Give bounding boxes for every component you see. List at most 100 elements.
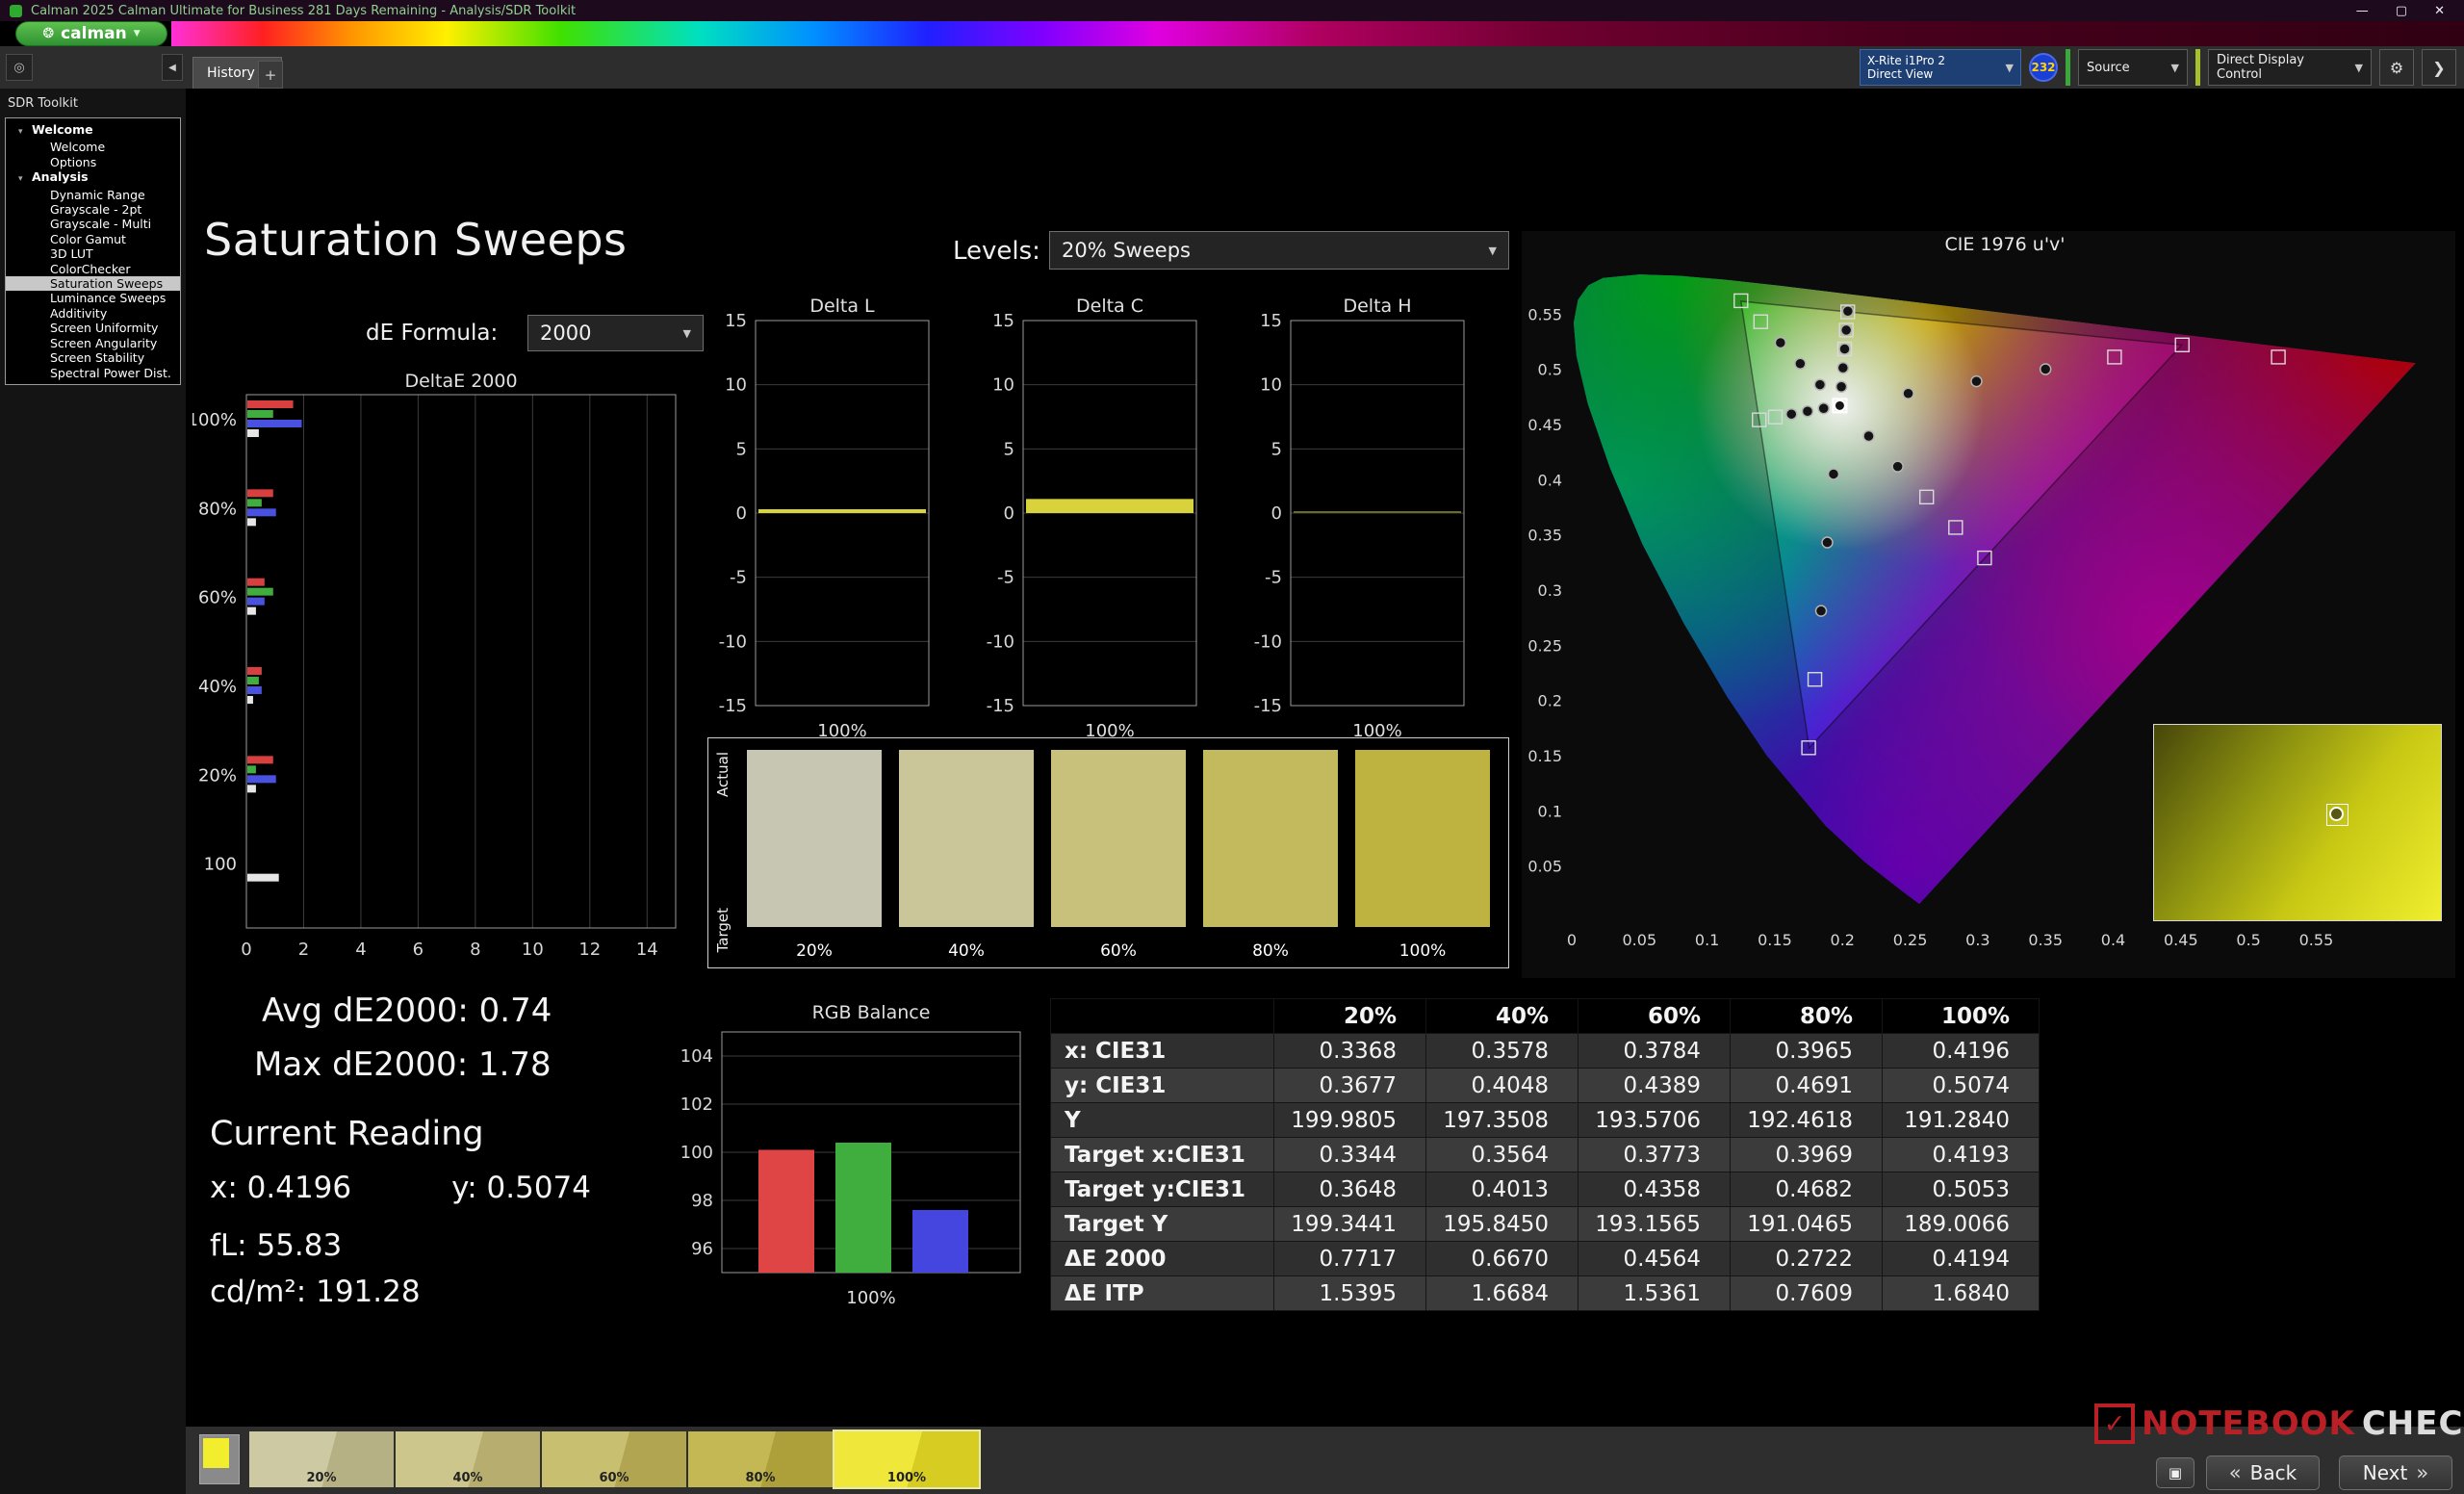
delta_h-title: Delta H (1343, 296, 1411, 317)
table-cell: 0.7717 (1274, 1242, 1426, 1276)
deltae-bar-red (247, 667, 262, 675)
delta-l-chart: Delta L151050-5-10-15100% (703, 296, 943, 749)
deltae-bar-white (247, 785, 256, 792)
axis-label: 15 (992, 311, 1014, 331)
deltae-bar-green (247, 765, 256, 773)
table-cell: 1.5361 (1578, 1276, 1731, 1311)
deltae-bar-blue (247, 686, 262, 694)
cie-measured-point (1836, 381, 1847, 392)
thumb-label: 60% (542, 1471, 686, 1485)
filmstrip-thumb-100%[interactable]: 100% (834, 1431, 979, 1487)
rgb-balance-chart: RGB Balance1041021009896100% (662, 1003, 1047, 1321)
deltae-row-label: 20% (198, 765, 237, 786)
table-cell: 191.0465 (1731, 1207, 1883, 1242)
brand-word-check: CHECK (2362, 1404, 2464, 1443)
check-icon: ✓ (2104, 1409, 2126, 1439)
axis-label: 10 (1260, 375, 1282, 396)
filmstrip-thumb-base[interactable] (199, 1434, 240, 1484)
table-cell: 189.0066 (1883, 1207, 2040, 1242)
axis-label: 104 (680, 1046, 713, 1067)
cie-measured-point (1828, 469, 1838, 479)
axis-label: 0.3 (1965, 931, 1989, 949)
axis-label: 15 (725, 311, 747, 331)
table-row: Y199.9805197.3508193.5706192.4618191.284… (1051, 1103, 2040, 1138)
filmstrip-thumb-60%[interactable]: 60% (542, 1431, 686, 1487)
axis-label: 0 (736, 503, 747, 524)
levels-select[interactable]: 20% Sweeps ▼ (1049, 231, 1509, 270)
chart-frame (246, 395, 676, 928)
axis-label: 0.1 (1695, 931, 1719, 949)
axis-label: 0 (1271, 503, 1282, 524)
filmstrip-thumb-40%[interactable]: 40% (396, 1431, 540, 1487)
deltae-chart-title: DeltaE 2000 (404, 372, 517, 392)
cie-measured-point (1816, 605, 1827, 616)
avg-de2000: Avg dE2000: 0.74 (262, 992, 552, 1030)
current-y: y: 0.5074 (451, 1171, 591, 1205)
cie-measured-point (1818, 403, 1829, 414)
table-cell: 0.3578 (1426, 1034, 1578, 1069)
row-label: ΔE ITP (1051, 1276, 1274, 1311)
axis-label: 0.45 (1527, 416, 1562, 434)
next-button[interactable]: Next » (2339, 1455, 2452, 1490)
filmstrip-thumb-80%[interactable]: 80% (688, 1431, 833, 1487)
table-cell: 1.6840 (1883, 1276, 2040, 1311)
cie-measured-point (1775, 338, 1785, 348)
table-cell: 0.4013 (1426, 1172, 1578, 1207)
row-label: Target y:CIE31 (1051, 1172, 1274, 1207)
brand-word-notebook: NOTEBOOK (2142, 1404, 2355, 1443)
delta_c-bar (1026, 499, 1194, 513)
swatch-row-label-actual: Actual (714, 752, 732, 797)
cie-measured-point (1837, 363, 1848, 374)
max-de2000: Max dE2000: 1.78 (254, 1045, 552, 1084)
deltae-bar-green (247, 410, 273, 418)
results-table-wrap: 20%40%60%80%100%x: CIE310.33680.35780.37… (1050, 998, 2040, 1311)
table-cell: 191.2840 (1883, 1103, 2040, 1138)
table-cell: 197.3508 (1426, 1103, 1578, 1138)
axis-label: 10 (992, 375, 1014, 396)
next-label: Next (2363, 1461, 2408, 1484)
back-button[interactable]: « Back (2206, 1455, 2320, 1490)
filmstrip-thumb-20%[interactable]: 20% (249, 1431, 394, 1487)
next-arrows-icon: » (2416, 1461, 2428, 1484)
axis-label: 14 (636, 940, 658, 959)
layout-button[interactable]: ▣ (2156, 1457, 2194, 1488)
table-header (1051, 999, 1274, 1034)
table-row: x: CIE310.33680.35780.37840.39650.4196 (1051, 1034, 2040, 1069)
table-header: 60% (1578, 999, 1731, 1034)
table-cell: 195.8450 (1426, 1207, 1578, 1242)
axis-label: 0.3 (1538, 581, 1562, 600)
table-cell: 0.7609 (1731, 1276, 1883, 1311)
table-cell: 0.6670 (1426, 1242, 1578, 1276)
deltae-bar-white (247, 696, 253, 704)
row-label: Target Y (1051, 1207, 1274, 1242)
axis-label: 0.35 (2028, 931, 2063, 949)
rgb-bar-G (835, 1143, 891, 1273)
table-cell: 0.4048 (1426, 1069, 1578, 1103)
delta-h-chart: Delta H151050-5-10-15100% (1238, 296, 1478, 749)
table-cell: 199.9805 (1274, 1103, 1426, 1138)
table-cell: 1.5395 (1274, 1276, 1426, 1311)
table-row: Target y:CIE310.36480.40130.43580.46820.… (1051, 1172, 2040, 1207)
cie-current-point (1835, 400, 1845, 411)
de-formula-select[interactable]: 2000 ▼ (527, 315, 704, 351)
cie-inset-current-point (2329, 807, 2344, 821)
rgb-bar-R (758, 1150, 814, 1274)
axis-label: 0.1 (1538, 802, 1562, 820)
thumb-label: 20% (249, 1471, 394, 1485)
axis-label: 15 (1260, 311, 1282, 331)
cie-measured-point (1842, 306, 1853, 317)
axis-label: 0 (241, 940, 251, 959)
deltae-bar-green (247, 677, 259, 684)
table-row: ΔE 20000.77170.66700.45640.27220.4194 (1051, 1242, 2040, 1276)
row-label: ΔE 2000 (1051, 1242, 1274, 1276)
table-cell: 192.4618 (1731, 1103, 1883, 1138)
results-table: 20%40%60%80%100%x: CIE310.33680.35780.37… (1050, 998, 2040, 1311)
axis-label: 4 (355, 940, 366, 959)
axis-label: 0.15 (1758, 931, 1792, 949)
axis-label: 0.5 (1538, 361, 1562, 379)
current-reading-heading: Current Reading (210, 1115, 484, 1153)
axis-label: 102 (680, 1095, 713, 1115)
cie-measured-point (1822, 537, 1833, 548)
swatch-panel: Actual Target 20%40%60%80%100% (707, 737, 1509, 968)
table-row: ΔE ITP1.53951.66841.53610.76091.6840 (1051, 1276, 2040, 1311)
